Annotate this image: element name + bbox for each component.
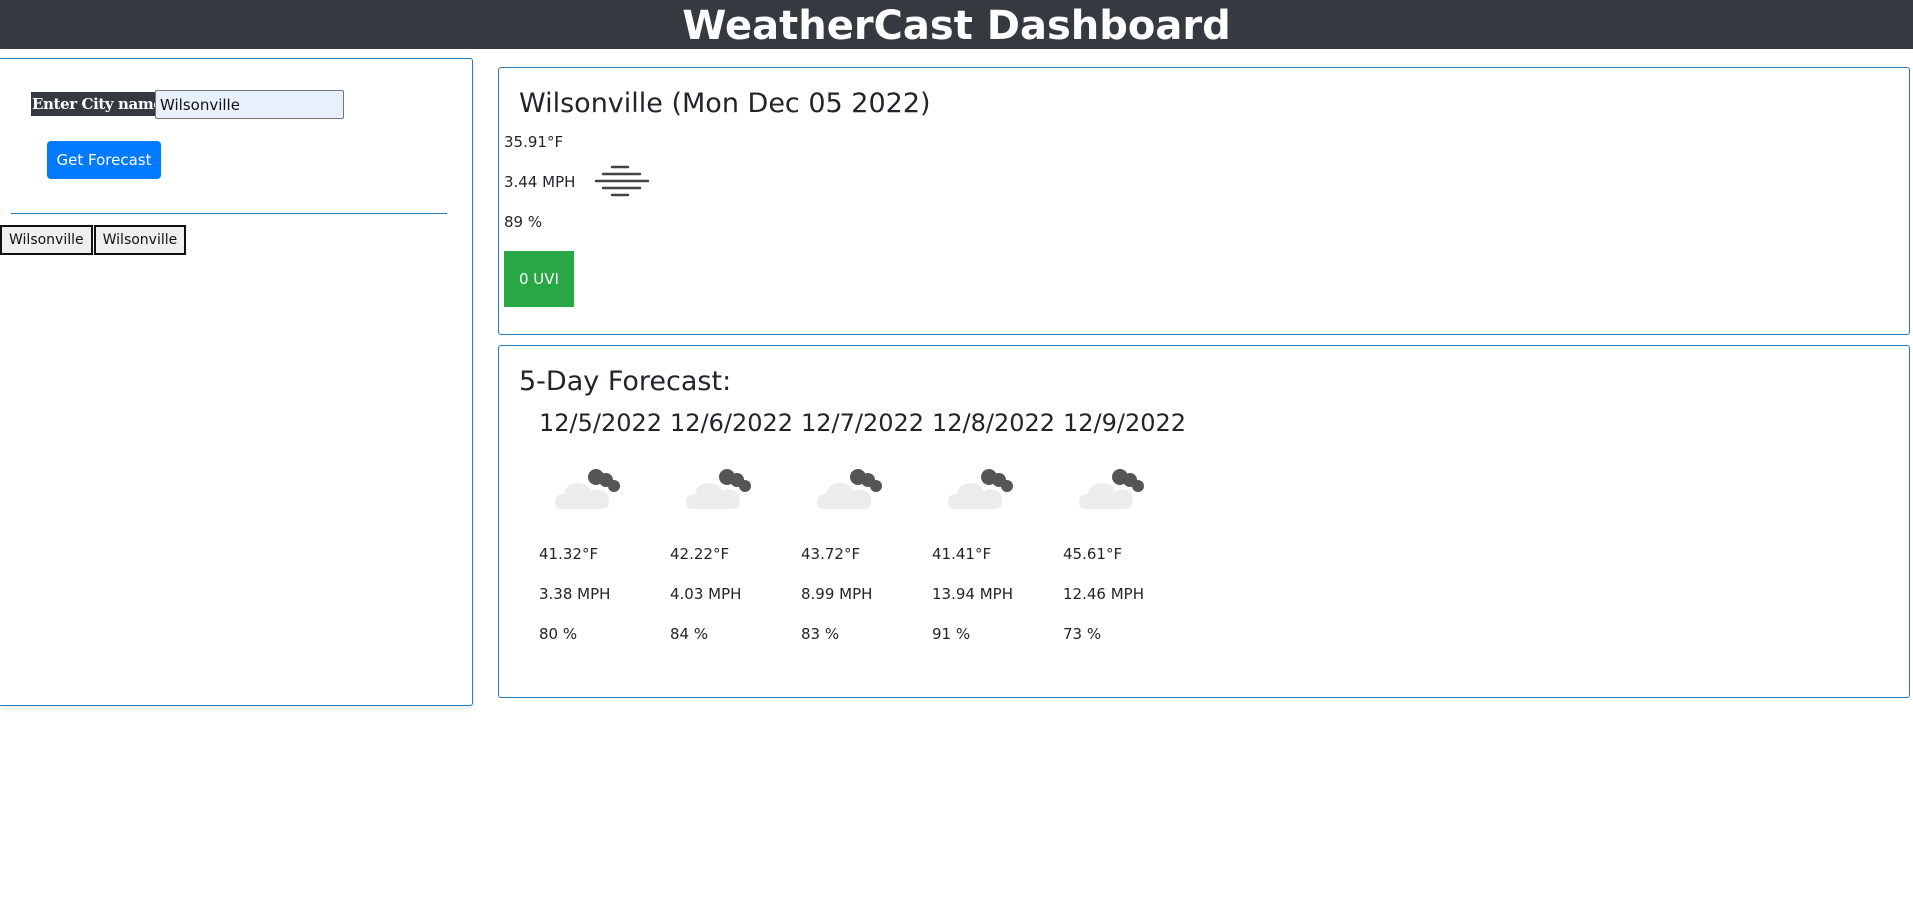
cloud-icon (948, 469, 1013, 509)
cloud-icon (817, 469, 882, 509)
forecast-temp: 45.61°F (1063, 545, 1123, 563)
forecast-title: 5-Day Forecast: (519, 366, 732, 397)
forecast-temp: 42.22°F (670, 545, 730, 563)
current-wind: 3.44 MPH (504, 173, 576, 191)
page-title: WeatherCast Dashboard (682, 3, 1231, 49)
history-button[interactable]: Wilsonville (93, 225, 187, 255)
uvi-badge: 0 UVI (504, 251, 574, 307)
forecast-wind: 12.46 MPH (1063, 585, 1144, 603)
forecast-date: 12/7/2022 (801, 409, 925, 437)
forecast-temp: 41.32°F (539, 545, 599, 563)
forecast-humidity: 91 % (932, 625, 971, 643)
search-sidebar: Enter City name Get Forecast Wilsonville… (0, 58, 473, 706)
forecast-temp: 43.72°F (801, 545, 861, 563)
forecast-date: 12/8/2022 (932, 409, 1056, 437)
page-header: WeatherCast Dashboard (0, 0, 1913, 49)
cloud-icon (686, 469, 751, 509)
forecast-wind: 3.38 MPH (539, 585, 611, 603)
cloud-icon (555, 469, 620, 509)
forecast-humidity: 83 % (801, 625, 840, 643)
forecast-humidity: 84 % (670, 625, 709, 643)
uvi-value: 0 UVI (519, 270, 559, 288)
forecast-wind: 4.03 MPH (670, 585, 742, 603)
get-forecast-button[interactable]: Get Forecast (47, 141, 161, 179)
cloud-icon (1079, 469, 1144, 509)
forecast-date: 12/6/2022 (670, 409, 794, 437)
forecast-temp: 41.41°F (932, 545, 992, 563)
forecast-date: 12/9/2022 (1063, 409, 1187, 437)
history-button[interactable]: Wilsonville (0, 225, 93, 255)
forecast-humidity: 80 % (539, 625, 578, 643)
current-humidity: 89 % (504, 213, 543, 231)
forecast-card: 5-Day Forecast: 12/5/2022 41.32°F 3.38 M… (498, 345, 1910, 698)
forecast-humidity: 73 % (1063, 625, 1102, 643)
forecast-date: 12/5/2022 (539, 409, 663, 437)
sidebar-divider (11, 213, 447, 214)
forecast-wind: 13.94 MPH (932, 585, 1013, 603)
mist-icon (594, 165, 650, 197)
forecast-wind: 8.99 MPH (801, 585, 873, 603)
city-input[interactable] (155, 90, 344, 119)
search-history: Wilsonville Wilsonville (0, 225, 187, 255)
current-weather-card: Wilsonville (Mon Dec 05 2022) 35.91°F 3.… (498, 67, 1910, 335)
current-temp: 35.91°F (504, 133, 564, 151)
city-name-label: Enter City name (31, 92, 164, 116)
current-weather-title: Wilsonville (Mon Dec 05 2022) (519, 88, 931, 119)
